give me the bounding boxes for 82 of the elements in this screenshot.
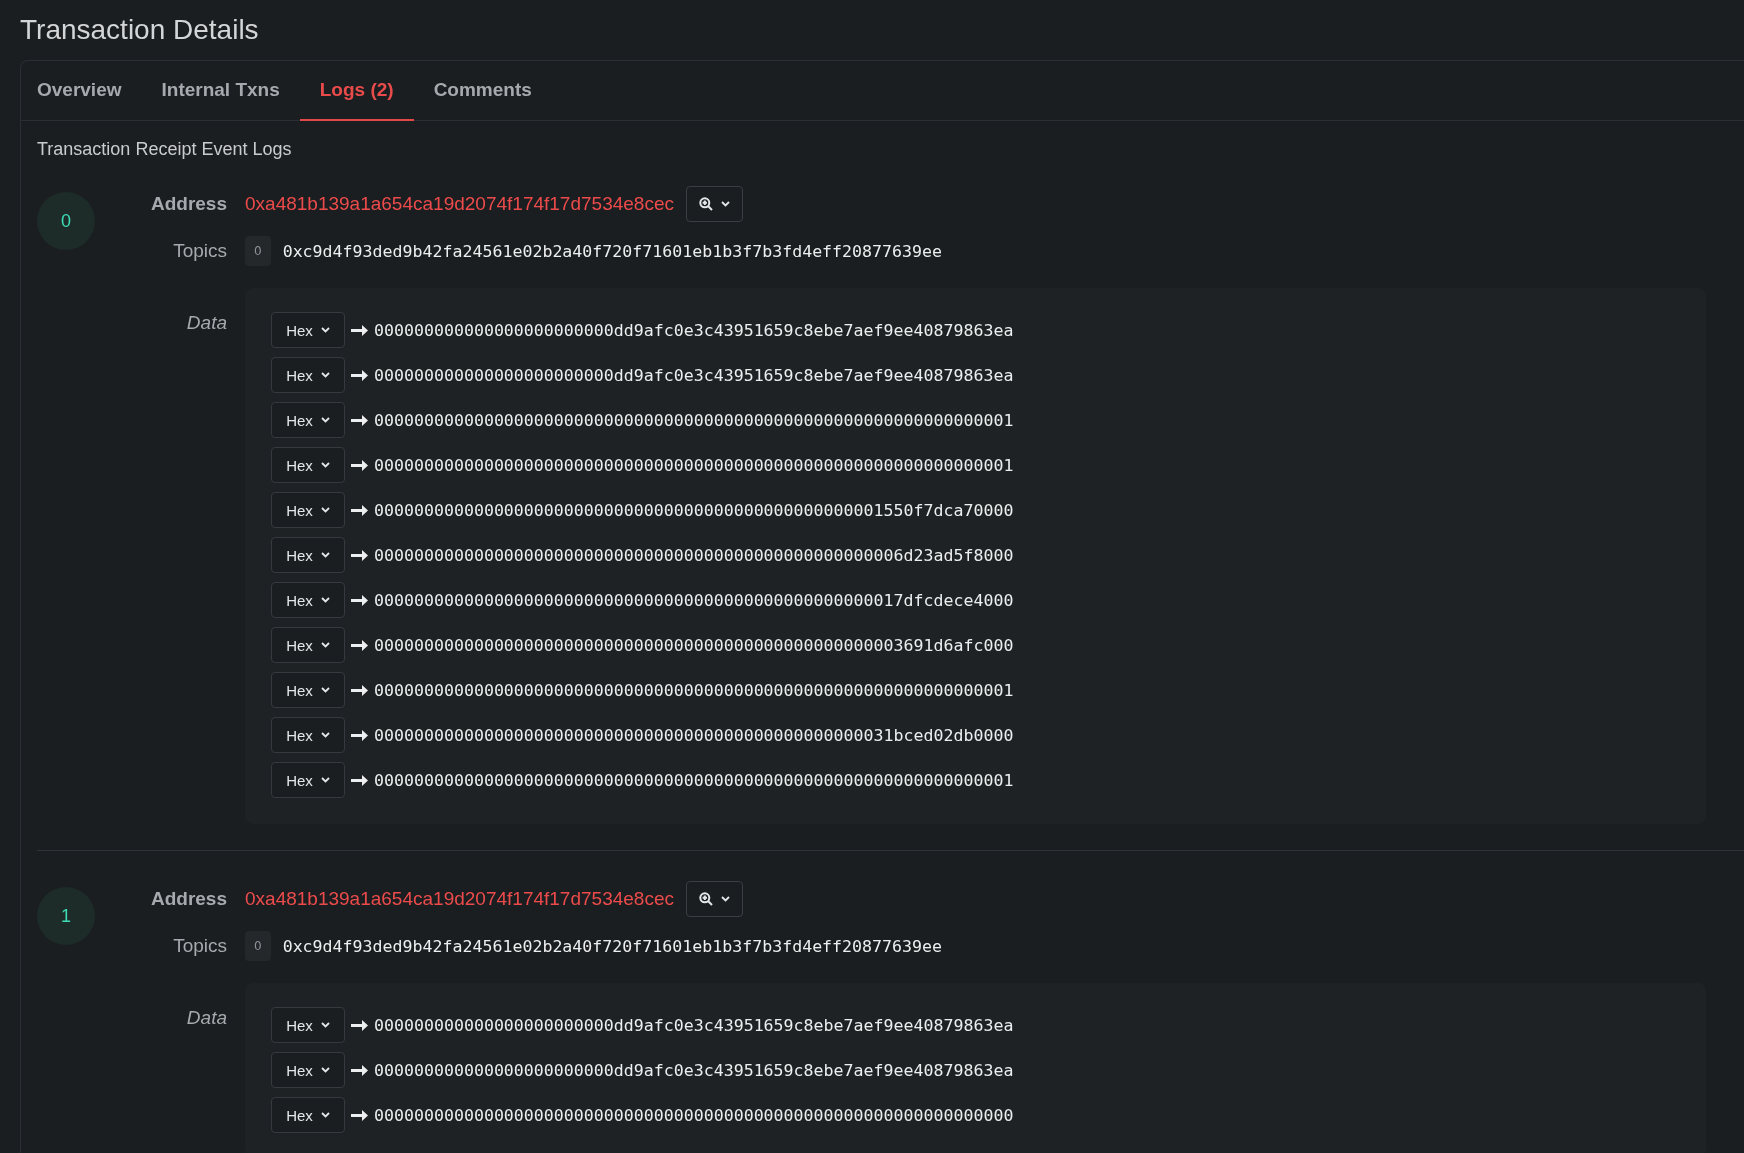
format-dropdown[interactable]: Hex bbox=[271, 537, 345, 573]
arrow-right-icon bbox=[351, 549, 368, 561]
chevron-down-icon bbox=[320, 687, 330, 693]
data-value: 000000000000000000000000000000000000000000000000001550f7dca70000 bbox=[374, 500, 1014, 520]
arrow-right-icon bbox=[351, 594, 368, 606]
field-label: Address bbox=[149, 193, 227, 215]
topic-hash: 0xc9d4f93ded9b42fa24561e02b2a40f720f71601eb1b3f7b3fd4eff20877639ee bbox=[282, 241, 942, 261]
data-value: 0000000000000000000000000000000000000000000000000000000000000001 bbox=[374, 770, 1014, 790]
format-dropdown[interactable]: Hex bbox=[271, 1097, 345, 1133]
zoom-in-icon bbox=[698, 197, 713, 211]
tab[interactable]: Internal Txns bbox=[141, 61, 300, 121]
chevron-down-icon bbox=[320, 777, 330, 783]
format-dropdown[interactable]: Hex bbox=[271, 402, 345, 438]
chevron-down-icon bbox=[320, 597, 330, 603]
chevron-down-icon bbox=[720, 896, 730, 902]
arrow-right-icon bbox=[351, 1109, 368, 1121]
data-value: 00000000000000000000000000000000000000000000000000003691d6afc000 bbox=[374, 635, 1014, 655]
address-link[interactable]: 0xa481b139a1a654ca19d2074f174f17d7534e8cec bbox=[245, 888, 674, 910]
format-dropdown[interactable]: Hex bbox=[271, 447, 345, 483]
zoom-dropdown-button[interactable] bbox=[685, 881, 743, 917]
chevron-down-icon bbox=[320, 1022, 330, 1028]
arrow-right-icon bbox=[351, 414, 368, 426]
data-value: 0000000000000000000000000000000000000000000000000000000000000001 bbox=[374, 680, 1014, 700]
data-value: 000000000000000000000000dd9afc0e3c43951659c8ebe7aef9ee40879863ea bbox=[374, 320, 1014, 340]
zoom-in-icon bbox=[698, 892, 713, 906]
chevron-down-icon bbox=[320, 507, 330, 513]
log-index: 1 bbox=[37, 887, 95, 945]
format-dropdown[interactable]: Hex bbox=[271, 1007, 345, 1043]
field-label: Data bbox=[185, 1006, 227, 1029]
format-dropdown[interactable]: Hex bbox=[271, 357, 345, 393]
field-label: Topics bbox=[172, 240, 227, 262]
arrow-right-icon bbox=[351, 504, 368, 516]
arrow-right-icon bbox=[351, 1019, 368, 1031]
format-dropdown[interactable]: Hex bbox=[271, 762, 345, 798]
arrow-right-icon bbox=[351, 774, 368, 786]
field-label: Data bbox=[185, 311, 227, 334]
arrow-right-icon bbox=[351, 1064, 368, 1076]
arrow-right-icon bbox=[351, 639, 368, 651]
topic-index: 0 bbox=[245, 236, 271, 266]
section-title: Transaction Receipt Event Logs bbox=[37, 139, 293, 160]
data-value: 000000000000000000000000dd9afc0e3c43951659c8ebe7aef9ee40879863ea bbox=[374, 1015, 1014, 1035]
data-value: 000000000000000000000000dd9afc0e3c43951659c8ebe7aef9ee40879863ea bbox=[374, 1060, 1014, 1080]
zoom-dropdown-button[interactable] bbox=[685, 186, 743, 222]
chevron-down-icon bbox=[320, 1112, 330, 1118]
format-dropdown[interactable]: Hex bbox=[271, 717, 345, 753]
chevron-down-icon bbox=[320, 732, 330, 738]
format-dropdown[interactable]: Hex bbox=[271, 582, 345, 618]
tab[interactable]: Logs (2) bbox=[299, 61, 414, 121]
data-value: 00000000000000000000000000000000000000000000000000006d23ad5f8000 bbox=[374, 545, 1014, 565]
log-index: 0 bbox=[37, 192, 95, 250]
data-value: 000000000000000000000000dd9afc0e3c43951659c8ebe7aef9ee40879863ea bbox=[374, 365, 1014, 385]
data-value: 0000000000000000000000000000000000000000000000000000000000000001 bbox=[374, 455, 1014, 475]
format-dropdown[interactable]: Hex bbox=[271, 672, 345, 708]
format-dropdown[interactable]: Hex bbox=[271, 627, 345, 663]
arrow-right-icon bbox=[351, 684, 368, 696]
format-dropdown[interactable]: Hex bbox=[271, 1052, 345, 1088]
data-value: 0000000000000000000000000000000000000000000000000031bced02db0000 bbox=[374, 725, 1014, 745]
field-label: Topics bbox=[172, 935, 227, 957]
address-link[interactable]: 0xa481b139a1a654ca19d2074f174f17d7534e8cec bbox=[245, 193, 674, 215]
chevron-down-icon bbox=[320, 417, 330, 423]
tab[interactable]: Overview bbox=[37, 61, 142, 121]
format-dropdown[interactable]: Hex bbox=[271, 492, 345, 528]
chevron-down-icon bbox=[320, 642, 330, 648]
field-label: Address bbox=[149, 888, 227, 910]
data-value: 0000000000000000000000000000000000000000000000000000000000000001 bbox=[374, 410, 1014, 430]
chevron-down-icon bbox=[320, 372, 330, 378]
data-value: 00000000000000000000000000000000000000000000000000017dfcdece4000 bbox=[374, 590, 1014, 610]
topic-index: 0 bbox=[245, 931, 271, 961]
page-title: Transaction Details bbox=[20, 14, 260, 46]
tab[interactable]: Comments bbox=[413, 61, 552, 121]
arrow-right-icon bbox=[351, 729, 368, 741]
format-dropdown[interactable]: Hex bbox=[271, 312, 345, 348]
chevron-down-icon bbox=[320, 327, 330, 333]
chevron-down-icon bbox=[320, 1067, 330, 1073]
arrow-right-icon bbox=[351, 324, 368, 336]
chevron-down-icon bbox=[320, 552, 330, 558]
data-value: 0000000000000000000000000000000000000000000000000000000000000000 bbox=[374, 1105, 1014, 1125]
arrow-right-icon bbox=[351, 459, 368, 471]
topic-hash: 0xc9d4f93ded9b42fa24561e02b2a40f720f71601eb1b3f7b3fd4eff20877639ee bbox=[282, 936, 942, 956]
chevron-down-icon bbox=[320, 462, 330, 468]
chevron-down-icon bbox=[720, 201, 730, 207]
arrow-right-icon bbox=[351, 369, 368, 381]
